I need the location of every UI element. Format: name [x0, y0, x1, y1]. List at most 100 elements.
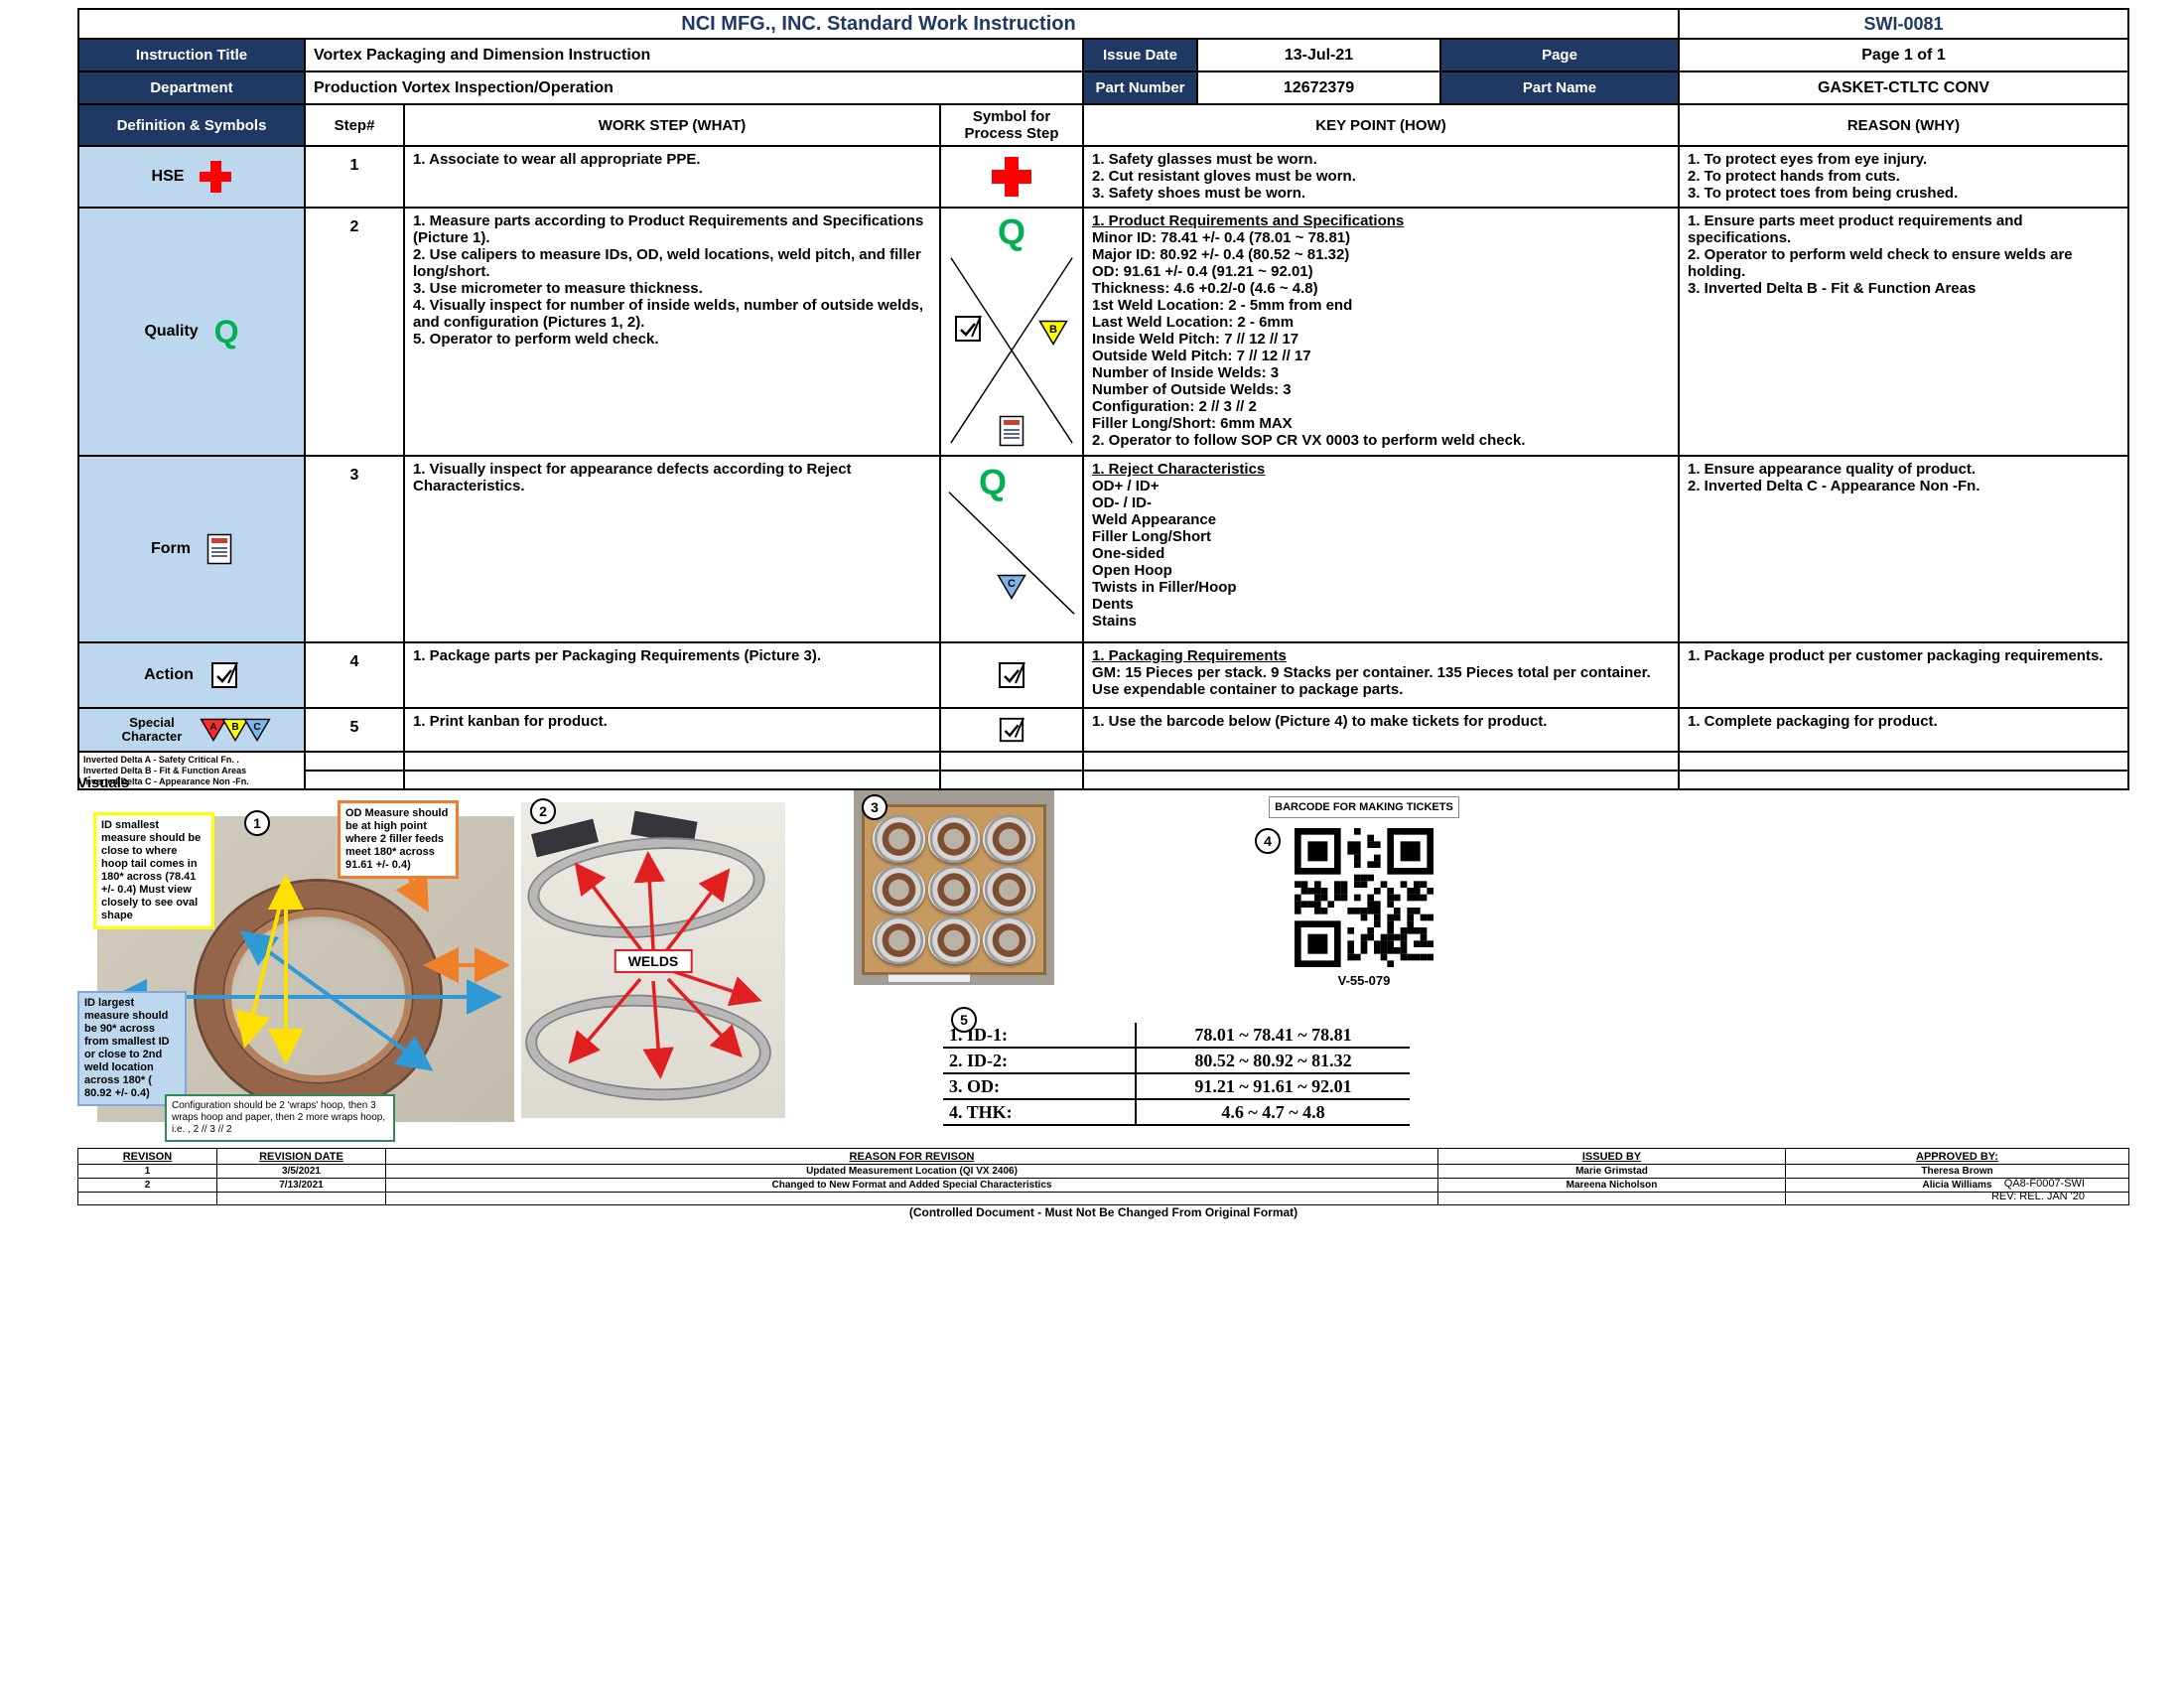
revision-header-row: REVISON REVISION DATE REASON FOR REVISON…	[78, 1149, 2128, 1165]
form-label: Form	[151, 540, 191, 558]
welds-label: WELDS	[614, 949, 693, 973]
inverted-delta-c-icon: C	[243, 718, 271, 742]
part-number-value: 12672379	[1198, 72, 1441, 105]
document-number: SWI-0081	[1680, 10, 2129, 40]
shipping-box	[862, 804, 1046, 975]
revision-reason: Changed to New Format and Added Special …	[386, 1179, 1438, 1193]
measurement-label: 4. THK:	[943, 1100, 1137, 1124]
revision-date: 7/13/2021	[217, 1179, 386, 1193]
definition-cell-special-character: Special Character A B C	[79, 709, 306, 753]
measurement-row: 4. THK: 4.6 ~ 4.7 ~ 4.8	[943, 1100, 1410, 1126]
document-title: NCI MFG., INC. Standard Work Instruction	[79, 10, 1680, 40]
gasket-stack	[873, 815, 925, 863]
meta-row-department: Department Production Vortex Inspection/…	[79, 72, 2129, 105]
department-label: Department	[79, 72, 306, 105]
part-name-label: Part Name	[1441, 72, 1680, 105]
first-aid-cross-icon	[200, 161, 231, 193]
part-name-value: GASKET-CTLTC CONV	[1680, 72, 2129, 105]
step-header: Step#	[306, 105, 405, 147]
step-row-form: Form 3 1. Visually inspect for appearanc…	[79, 457, 2129, 643]
figure-number-4: 4	[1255, 828, 1281, 854]
gasket-stack	[928, 815, 981, 863]
revision-row-1: 1 3/5/2021 Updated Measurement Location …	[78, 1165, 2128, 1179]
form-code-block: QA8-F0007-SWI REV: REL. JAN '20	[1787, 1178, 2085, 1203]
reason-4: 1. Package product per customer packagin…	[1680, 643, 2129, 709]
legend-delta-a: Inverted Delta A - Safety Critical Fn. .	[83, 755, 300, 766]
revision-reason: Updated Measurement Location (QI VX 2406…	[386, 1165, 1438, 1179]
symbol-cell-1	[941, 147, 1084, 209]
barcode-title: BARCODE FOR MAKING TICKETS	[1269, 796, 1459, 818]
visuals-section-label: Visuals	[77, 774, 129, 791]
reason-5: 1. Complete packaging for product.	[1680, 709, 2129, 753]
reason-for-revision-header: REASON FOR REVISON	[386, 1149, 1438, 1165]
work-step-2: 1. Measure parts according to Product Re…	[405, 209, 941, 457]
symbol-cell-2: Q B	[941, 209, 1084, 457]
definition-cell-action: Action	[79, 643, 306, 709]
step-number-4: 4	[306, 643, 405, 709]
title-row: NCI MFG., INC. Standard Work Instruction…	[79, 10, 2129, 40]
gasket-stack	[928, 916, 981, 964]
divider-line	[941, 457, 1082, 641]
callout-od-measure: OD Measure should be at high point where…	[338, 800, 459, 879]
box-barcode-label	[887, 974, 971, 983]
key-point-3-title: 1. Reject Characteristics	[1092, 461, 1670, 478]
legend-row: Inverted Delta A - Safety Critical Fn. .…	[79, 753, 2129, 790]
issue-date-value: 13-Jul-21	[1198, 40, 1441, 72]
step-row-action: Action 4 1. Package parts per Packaging …	[79, 643, 2129, 709]
symbol-cell-5	[941, 709, 1084, 753]
revision-date-header: REVISION DATE	[217, 1149, 386, 1165]
quality-q-icon: Q	[214, 316, 239, 348]
key-point-1: 1. Safety glasses must be worn. 2. Cut r…	[1084, 147, 1680, 209]
empty-strip	[306, 753, 2129, 790]
key-point-5: 1. Use the barcode below (Picture 4) to …	[1084, 709, 1680, 753]
issue-date-label: Issue Date	[1084, 40, 1198, 72]
picture-3-packaging-photo	[854, 790, 1054, 985]
svg-text:B: B	[231, 722, 238, 733]
measurement-label: 2. ID-2:	[943, 1049, 1137, 1072]
action-label: Action	[144, 666, 194, 684]
standard-work-instruction-document: NCI MFG., INC. Standard Work Instruction…	[77, 8, 2129, 790]
work-step-1: 1. Associate to wear all appropriate PPE…	[405, 147, 941, 209]
measurement-value: 80.52 ~ 80.92 ~ 81.32	[1137, 1051, 1410, 1071]
figure-number-5: 5	[951, 1007, 977, 1033]
visuals-section: Visuals	[77, 788, 2129, 1146]
step-row-special-character: Special Character A B C 5 1. Print kanba…	[79, 709, 2129, 753]
quality-q-icon: Q	[998, 214, 1025, 250]
definition-cell-form: Form	[79, 457, 306, 643]
gasket-stack	[983, 815, 1035, 863]
key-point-2-title: 1. Product Requirements and Specificatio…	[1092, 212, 1670, 229]
step-number-1: 1	[306, 147, 405, 209]
callout-id-smallest: ID smallest measure should be close to w…	[93, 812, 214, 929]
definition-symbols-header: Definition & Symbols	[79, 105, 306, 147]
measurement-value: 91.21 ~ 91.61 ~ 92.01	[1137, 1076, 1410, 1097]
key-point-2: 1. Product Requirements and Specificatio…	[1084, 209, 1680, 457]
form-code: QA8-F0007-SWI	[1787, 1178, 2085, 1191]
key-point-header: KEY POINT (HOW)	[1084, 105, 1680, 147]
callout-configuration: Configuration should be 2 'wraps' hoop, …	[165, 1094, 395, 1142]
revision-issued-by: Mareena Nicholson	[1438, 1179, 1786, 1193]
key-point-4-title: 1. Packaging Requirements	[1092, 647, 1670, 664]
instruction-title-label: Instruction Title	[79, 40, 306, 72]
picture-2-welds-photo: WELDS	[521, 802, 785, 1118]
symbol-cell-3: Q C	[941, 457, 1084, 643]
measurement-row: 2. ID-2: 80.52 ~ 80.92 ~ 81.32	[943, 1049, 1410, 1074]
instruction-title-value: Vortex Packaging and Dimension Instructi…	[306, 40, 1084, 72]
quality-q-icon: Q	[979, 465, 1007, 500]
weld-check-icon	[209, 660, 239, 690]
revision-date: 3/5/2021	[217, 1165, 386, 1179]
hse-label: HSE	[152, 168, 185, 186]
reason-1: 1. To protect eyes from eye injury. 2. T…	[1680, 147, 2129, 209]
symbol-cell-4	[941, 643, 1084, 709]
reason-header: REASON (WHY)	[1680, 105, 2129, 147]
step-number-5: 5	[306, 709, 405, 753]
column-header-row: Definition & Symbols Step# WORK STEP (WH…	[79, 105, 2129, 147]
inverted-delta-b-icon: B	[1038, 320, 1068, 346]
key-point-2-body: Minor ID: 78.41 +/- 0.4 (78.01 ~ 78.81) …	[1092, 229, 1670, 449]
figure-number-2: 2	[530, 798, 556, 824]
page-label: Page	[1441, 40, 1680, 72]
svg-text:B: B	[1049, 324, 1057, 336]
key-point-3-body: OD+ / ID+ OD- / ID- Weld Appearance Fill…	[1092, 478, 1670, 630]
step-number-3: 3	[306, 457, 405, 643]
revision-issued-by: Marie Grimstad	[1438, 1165, 1786, 1179]
form-revision-note: REV: REL. JAN '20	[1787, 1191, 2085, 1203]
